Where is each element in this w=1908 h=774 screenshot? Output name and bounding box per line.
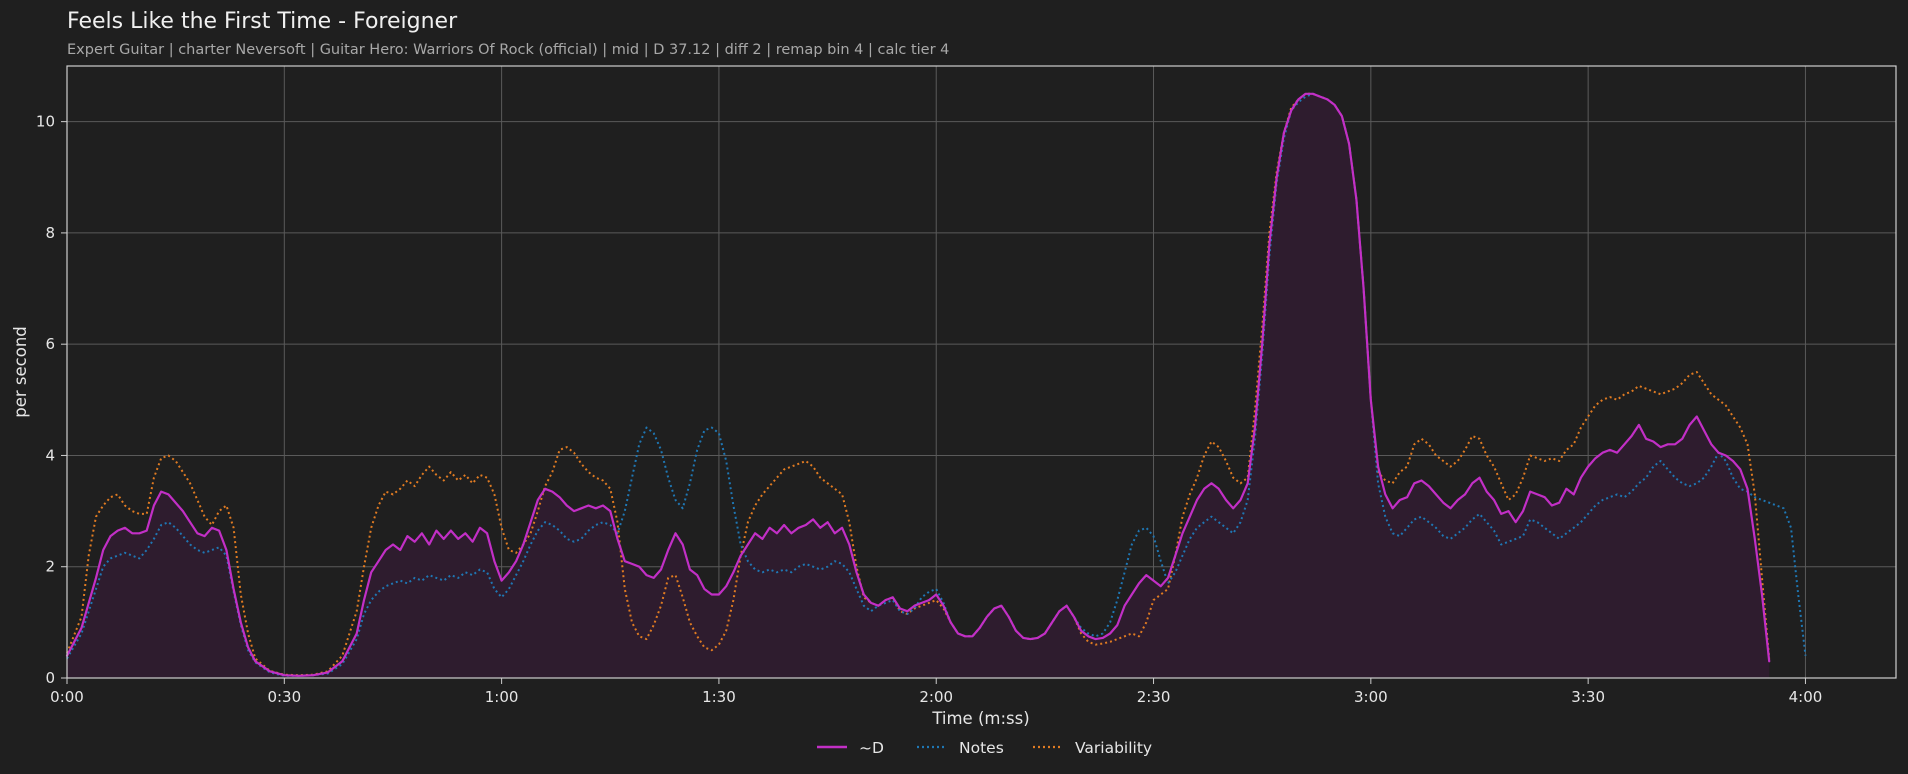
y-axis-ticks: 0 2 4 6 8 10 (36, 113, 67, 687)
series-fill (67, 93, 1770, 679)
x-tick-label: 0:30 (267, 688, 301, 706)
y-tick-label: 8 (45, 224, 55, 242)
x-tick-label: 3:00 (1354, 688, 1388, 706)
y-tick-label: 6 (45, 335, 55, 353)
chart-subtitle: Expert Guitar | charter Neversoft | Guit… (67, 42, 949, 58)
chart-title: Feels Like the First Time - Foreigner (67, 9, 458, 34)
x-tick-label: 1:00 (485, 688, 519, 706)
x-axis-label: Time (m:ss) (931, 709, 1029, 728)
x-tick-label: 1:30 (702, 688, 736, 706)
legend-label: ~D (859, 739, 884, 757)
y-tick-label: 10 (36, 113, 55, 131)
series-fill-area (67, 93, 1770, 679)
x-tick-label: 0:00 (50, 688, 84, 706)
y-tick-label: 2 (45, 558, 55, 576)
y-axis-label: per second (11, 326, 30, 418)
x-tick-label: 2:30 (1137, 688, 1171, 706)
y-tick-label: 0 (45, 669, 55, 687)
legend-label: Variability (1075, 739, 1152, 757)
legend: ~D Notes Variability (817, 739, 1152, 757)
legend-label: Notes (959, 739, 1004, 757)
y-tick-label: 4 (45, 446, 55, 464)
x-tick-label: 2:00 (919, 688, 953, 706)
x-tick-label: 3:30 (1571, 688, 1605, 706)
x-tick-label: 4:00 (1789, 688, 1823, 706)
x-axis-ticks: 0:00 0:30 1:00 1:30 2:00 2:30 3:00 3:30 4:00 (50, 678, 1822, 706)
chart: Feels Like the First Time - Foreigner Ex… (11, 9, 1897, 757)
